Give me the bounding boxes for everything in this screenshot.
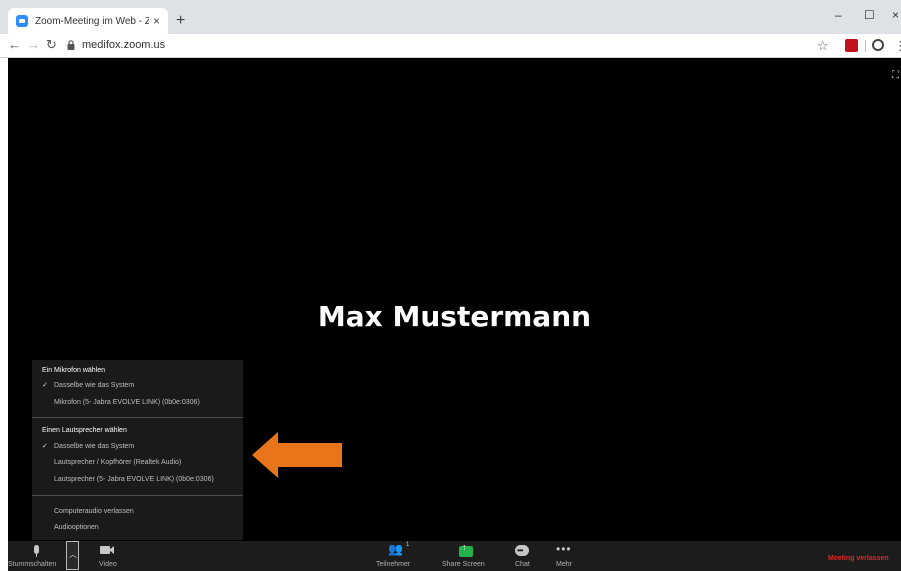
video-button[interactable]: Video	[94, 541, 124, 571]
leave-computer-audio-label: Computeraudio verlassen	[54, 508, 134, 515]
back-arrow-icon[interactable]: ←	[8, 38, 21, 52]
check-icon: ✓	[42, 443, 48, 450]
leave-computer-audio-item[interactable]: Computeraudio verlassen	[42, 508, 134, 515]
more-dots-icon: •••	[556, 542, 572, 556]
browser-menu-icon[interactable]: ⋮	[894, 38, 901, 54]
more-button[interactable]: ••• Mehr	[551, 541, 581, 571]
chat-label: Chat	[515, 561, 530, 568]
browser-tab-bar: Zoom-Meeting im Web - Zoom × + – ☐ ×	[0, 0, 901, 34]
pdf-extension-icon[interactable]	[845, 39, 858, 52]
audio-menu-toggle[interactable]: ︿	[66, 541, 79, 570]
lock-icon	[67, 40, 75, 50]
tab-close-icon[interactable]: ×	[153, 14, 160, 28]
chevron-up-icon: ︿	[69, 550, 77, 559]
mic-option-jabra[interactable]: Mikrofon (5- Jabra EVOLVE LINK) (0b0e:03…	[42, 399, 200, 406]
mute-label: Stummschalten	[8, 561, 57, 568]
toolbar-divider	[865, 40, 866, 52]
reload-icon[interactable]: ↻	[46, 38, 57, 52]
mic-option-system[interactable]: ✓ Dasselbe wie das System	[42, 381, 134, 389]
mic-section-header: Ein Mikrofon wählen	[42, 367, 106, 374]
speaker-option-jabra[interactable]: Lautsprecher (5- Jabra EVOLVE LINK) (0b0…	[42, 476, 214, 483]
participants-button[interactable]: 👥 1 Teilnehmer	[374, 541, 418, 571]
audio-options-label: Audiooptionen	[54, 524, 99, 531]
orange-arrow-icon	[252, 432, 342, 478]
microphone-icon	[34, 545, 39, 554]
maximize-button[interactable]: ☐	[864, 8, 875, 22]
speaker-option-realtek[interactable]: Lautsprecher / Kopfhörer (Realtek Audio)	[42, 459, 181, 466]
speaker-option-label: Dasselbe wie das System	[54, 443, 135, 450]
forward-arrow-icon[interactable]: →	[27, 38, 40, 52]
speaker-option-label: Lautsprecher / Kopfhörer (Realtek Audio)	[54, 459, 182, 466]
mic-option-label: Dasselbe wie das System	[54, 382, 135, 389]
speaker-option-label: Lautsprecher (5- Jabra EVOLVE LINK) (0b0…	[54, 476, 214, 483]
chat-button[interactable]: ••• Chat	[508, 541, 538, 571]
participants-icon: 👥	[388, 542, 403, 556]
close-window-button[interactable]: ×	[892, 8, 899, 22]
meeting-video-area: ⛶ Max Mustermann Ein Mikrofon wählen ✓ Da…	[8, 58, 901, 571]
video-label: Video	[99, 561, 117, 568]
meeting-toolbar: Stummschalten ︿ Video 👥 1 Teilnehmer ↑ S…	[8, 541, 901, 571]
participant-name: Max Mustermann	[317, 300, 592, 333]
mic-option-label: Mikrofon (5- Jabra EVOLVE LINK) (0b0e:03…	[54, 399, 200, 406]
share-screen-button[interactable]: ↑ Share Screen	[440, 541, 492, 571]
speaker-option-system[interactable]: ✓ Dasselbe wie das System	[42, 442, 134, 450]
leave-meeting-button[interactable]: Meeting verlassen	[828, 555, 889, 562]
menu-divider	[32, 417, 243, 418]
mute-button[interactable]: Stummschalten	[8, 541, 66, 571]
url-input[interactable]: medifox.zoom.us	[82, 39, 165, 51]
zoom-favicon-icon	[16, 15, 28, 27]
fullscreen-icon[interactable]: ⛶	[892, 70, 899, 81]
participants-label: Teilnehmer	[376, 561, 411, 568]
browser-tab[interactable]: Zoom-Meeting im Web - Zoom ×	[8, 8, 168, 34]
minimize-button[interactable]: –	[835, 8, 842, 22]
speaker-section-header: Einen Lautsprecher wählen	[42, 427, 127, 434]
profile-icon[interactable]	[872, 39, 884, 51]
new-tab-button[interactable]: +	[176, 13, 185, 29]
participant-count: 1	[406, 542, 410, 548]
address-bar: ← → ↻ medifox.zoom.us ☆ ⋮	[0, 34, 901, 58]
menu-divider	[32, 495, 243, 496]
audio-menu: Ein Mikrofon wählen ✓ Dasselbe wie das Sy…	[32, 360, 243, 540]
more-label: Mehr	[556, 561, 572, 568]
check-icon: ✓	[42, 382, 48, 389]
audio-options-item[interactable]: Audiooptionen	[42, 524, 99, 531]
bookmark-star-icon[interactable]: ☆	[817, 38, 829, 54]
tab-title: Zoom-Meeting im Web - Zoom	[35, 15, 149, 27]
share-screen-label: Share Screen	[442, 561, 485, 568]
